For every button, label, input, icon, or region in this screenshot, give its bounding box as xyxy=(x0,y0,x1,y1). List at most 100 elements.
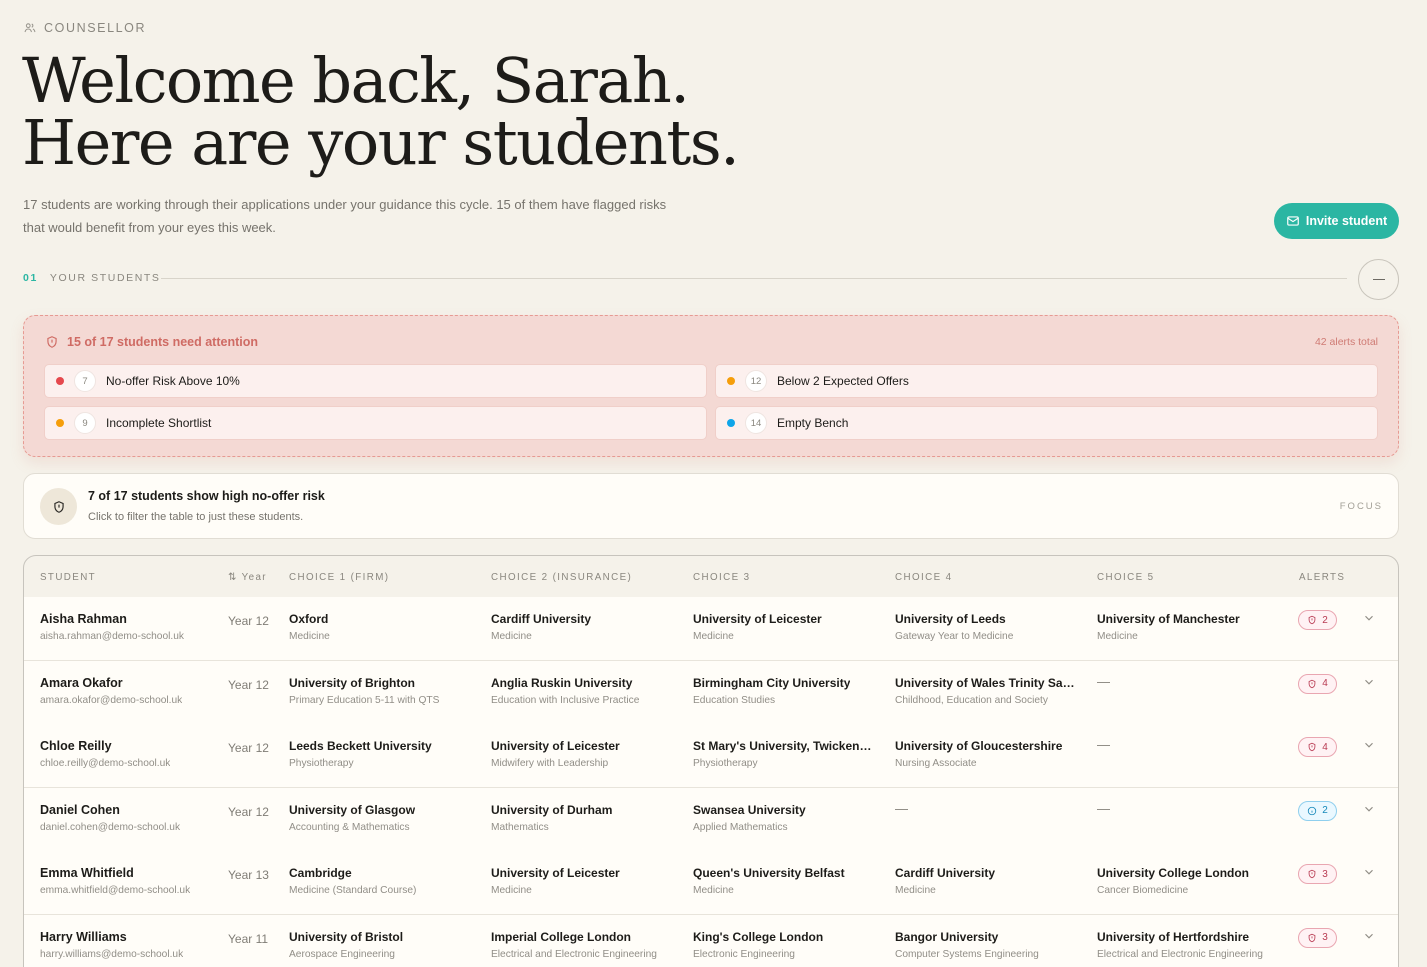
blue-status-dot xyxy=(727,419,735,427)
orange-status-dot xyxy=(56,419,64,427)
users-icon xyxy=(24,23,36,33)
focus-subtitle: Click to filter the table to just these … xyxy=(88,511,304,523)
course-name: Medicine (Standard Course) xyxy=(289,885,417,896)
alert-count: 7 xyxy=(74,370,96,392)
chevron-down-icon[interactable] xyxy=(1362,675,1376,689)
shield-alert-icon xyxy=(1308,869,1316,879)
section-header: 01 YOUR STUDENTS xyxy=(23,272,161,284)
alerts-column-header[interactable]: ALERTS xyxy=(1299,572,1345,583)
course-name: Primary Education 5-11 with QTS xyxy=(289,694,440,706)
chevron-down-icon[interactable] xyxy=(1362,929,1376,943)
choice2-column-header[interactable]: CHOICE 2 (INSURANCE) xyxy=(491,572,632,583)
course-name: Mathematics xyxy=(491,821,549,833)
shield-alert-icon xyxy=(47,336,57,348)
section-title: YOUR STUDENTS xyxy=(49,272,161,284)
student-email: aisha.rahman@demo-school.uk xyxy=(40,631,184,642)
alert-label: Incomplete Shortlist xyxy=(106,416,212,430)
choice-cell: University College London Cancer Biomedic… xyxy=(1097,866,1249,896)
student-name[interactable]: Daniel Cohen xyxy=(40,803,180,817)
choice5-column-header[interactable]: CHOICE 5 xyxy=(1097,572,1154,583)
year-cell: Year 13 xyxy=(228,868,269,882)
student-name[interactable]: Emma Whitfield xyxy=(40,866,190,880)
course-name: Childhood, Education and Society xyxy=(895,694,1048,706)
table-row[interactable]: Aisha Rahman aisha.rahman@demo-school.uk Y… xyxy=(24,597,1398,661)
course-name: Medicine xyxy=(491,885,532,896)
chevron-down-icon[interactable] xyxy=(1362,738,1376,752)
chevron-down-icon[interactable] xyxy=(1362,802,1376,816)
high-risk-focus-filter[interactable]: 7 of 17 students show high no-offer risk… xyxy=(23,473,1399,539)
attention-alert-panel: 15 of 17 students need attention 42 aler… xyxy=(23,315,1399,457)
choice-cell: Cardiff University Medicine xyxy=(895,866,995,896)
alert-filter-chip[interactable]: 9 Incomplete Shortlist xyxy=(44,406,707,440)
student-cell: Aisha Rahman aisha.rahman@demo-school.uk xyxy=(40,612,184,642)
choice-cell: King's College London Electronic Engineer… xyxy=(693,930,823,960)
choice3-column-header[interactable]: CHOICE 3 xyxy=(693,572,750,583)
alerts-total: 42 alerts total xyxy=(1314,336,1378,348)
choice-cell: Imperial College London Electrical and El… xyxy=(491,930,657,960)
choice1-column-header[interactable]: CHOICE 1 (FIRM) xyxy=(289,572,389,583)
role-label: COUNSELLOR xyxy=(23,21,146,35)
choice-cell: University of Leicester Midwifery with Le… xyxy=(491,739,620,769)
alert-count: 3 xyxy=(1322,932,1328,943)
university-name: Leeds Beckett University xyxy=(289,739,432,753)
student-name[interactable]: Chloe Reilly xyxy=(40,739,170,753)
shield-alert-icon xyxy=(1308,933,1316,942)
collapse-section-button[interactable] xyxy=(1358,259,1399,300)
student-cell: Amara Okafor amara.okafor@demo-school.uk xyxy=(40,676,182,706)
student-email: amara.okafor@demo-school.uk xyxy=(40,694,183,706)
choice-cell: University of Leicester Medicine xyxy=(491,866,620,896)
student-email: chloe.reilly@demo-school.uk xyxy=(40,758,171,769)
table-row[interactable]: Daniel Cohen daniel.cohen@demo-school.uk Y… xyxy=(24,787,1398,852)
alert-count: 4 xyxy=(1322,678,1328,689)
table-row[interactable]: Emma Whitfield emma.whitfield@demo-school… xyxy=(24,851,1398,915)
choice-cell: University of Brighton Primary Education … xyxy=(289,676,439,706)
university-name: University of Glasgow xyxy=(289,802,416,817)
choice-cell: Anglia Ruskin University Education with I… xyxy=(491,676,639,706)
hero-line-students: Here are your students. xyxy=(22,106,740,179)
alert-filter-chip[interactable]: 7 No-offer Risk Above 10% xyxy=(44,364,707,398)
university-name: Cardiff University xyxy=(895,866,996,880)
section-number: 01 xyxy=(23,272,38,284)
chevron-down-icon[interactable] xyxy=(1362,865,1376,879)
year-cell: Year 11 xyxy=(228,931,269,946)
course-name: Aerospace Engineering xyxy=(289,948,395,960)
chevron-down-icon[interactable] xyxy=(1362,611,1376,625)
university-name: Queen's University Belfast xyxy=(693,866,845,880)
student-name[interactable]: Harry Williams xyxy=(40,930,183,944)
alert-filter-chip[interactable]: 12 Below 2 Expected Offers xyxy=(715,364,1378,398)
empty-choice: — xyxy=(1097,800,1110,816)
empty-choice: — xyxy=(1097,673,1110,689)
course-name: Medicine xyxy=(491,631,532,642)
student-name[interactable]: Aisha Rahman xyxy=(40,612,184,626)
table-row[interactable]: Chloe Reilly chloe.reilly@demo-school.uk Y… xyxy=(24,724,1398,788)
university-name: St Mary's University, Twickenha... xyxy=(693,739,873,753)
table-row[interactable]: Harry Williams harry.williams@demo-school… xyxy=(24,914,1398,967)
choice4-column-header[interactable]: CHOICE 4 xyxy=(895,572,952,583)
student-column-header[interactable]: STUDENT xyxy=(40,572,96,583)
student-name[interactable]: Amara Okafor xyxy=(40,676,182,690)
mail-icon xyxy=(1287,216,1299,226)
alert-count-badge[interactable]: 3 xyxy=(1298,927,1337,948)
year-sort-header[interactable]: ⇅ Year xyxy=(228,572,267,583)
invite-student-button[interactable]: Invite student xyxy=(1274,203,1399,239)
table-row[interactable]: Amara Okafor amara.okafor@demo-school.uk Y… xyxy=(24,660,1398,725)
course-name: Computer Systems Engineering xyxy=(895,948,1039,960)
alert-filter-chip[interactable]: 14 Empty Bench xyxy=(715,406,1378,440)
choice-cell: University of Hertfordshire Electrical an… xyxy=(1097,930,1263,960)
course-name: Medicine xyxy=(895,885,936,896)
course-name: Applied Mathematics xyxy=(693,821,788,833)
alert-count-badge[interactable]: 4 xyxy=(1298,737,1337,757)
university-name: University of Leeds xyxy=(895,612,1006,626)
alert-count-badge[interactable]: 2 xyxy=(1298,800,1337,821)
course-name: Nursing Associate xyxy=(895,758,977,769)
course-name: Medicine xyxy=(1097,631,1138,642)
course-name: Medicine xyxy=(289,631,330,642)
alert-count-badge[interactable]: 3 xyxy=(1298,864,1337,884)
choice-cell: St Mary's University, Twickenha... Physio… xyxy=(693,739,873,769)
alert-count-badge[interactable]: 4 xyxy=(1298,673,1337,694)
alert-count: 3 xyxy=(1322,868,1328,880)
alert-count-badge[interactable]: 2 xyxy=(1298,610,1337,630)
choice-cell: Bangor University Computer Systems Engine… xyxy=(895,930,1039,960)
choice-cell: Birmingham City University Education Stud… xyxy=(693,676,850,706)
course-name: Cancer Biomedicine xyxy=(1097,885,1189,896)
